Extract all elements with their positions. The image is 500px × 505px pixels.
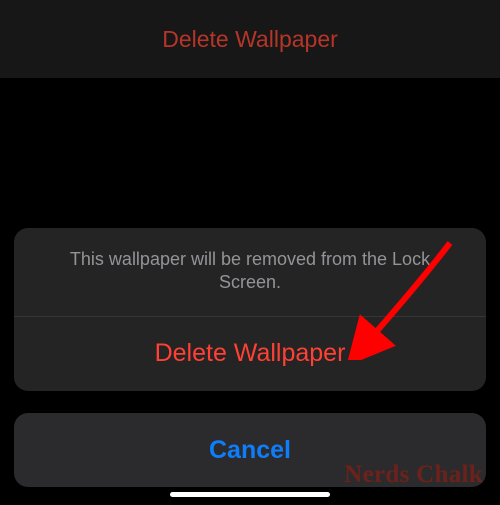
watermark-text: Nerds Chalk — [344, 461, 483, 489]
action-sheet: This wallpaper will be removed from the … — [14, 228, 486, 391]
header-bar[interactable]: Delete Wallpaper — [0, 0, 500, 78]
home-indicator[interactable] — [170, 492, 330, 497]
sheet-message: This wallpaper will be removed from the … — [14, 228, 486, 316]
header-title: Delete Wallpaper — [162, 26, 338, 53]
delete-wallpaper-button[interactable]: Delete Wallpaper — [14, 317, 486, 391]
